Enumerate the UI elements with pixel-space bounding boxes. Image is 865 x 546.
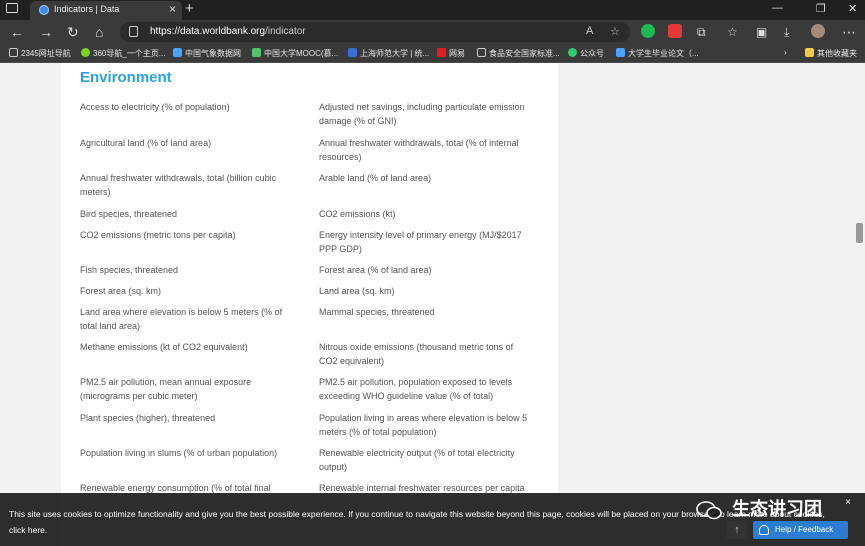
indicator-link[interactable]: Land area where elevation is below 5 met… [80, 305, 295, 333]
home-icon[interactable]: ⌂ [95, 24, 103, 40]
restore-icon[interactable]: ❐ [816, 2, 826, 15]
indicator-link[interactable]: Annual freshwater withdrawals, total (% … [319, 136, 534, 164]
indicator-link[interactable]: Population living in areas where elevati… [319, 411, 534, 439]
browser-toolbar: ← → ↻ ⌂ https://data.worldbank.org/indic… [0, 20, 865, 44]
bookmark-item[interactable]: 360导航_一个主页... [81, 48, 165, 59]
new-tab-icon[interactable]: + [185, 0, 194, 17]
indicator-link[interactable]: Access to electricity (% of population) [80, 100, 295, 114]
indicator-link[interactable]: PM2.5 air pollution, population exposed … [319, 375, 534, 403]
tab-actions-icon[interactable] [6, 3, 22, 17]
indicator-link[interactable]: CO2 emissions (kt) [319, 207, 534, 221]
more-menu-icon[interactable]: ⋯ [842, 24, 856, 40]
bookmark-item[interactable]: 大学生毕业论文（... [616, 48, 699, 59]
indicator-link[interactable]: Methane emissions (kt of CO2 equivalent) [80, 340, 295, 354]
indicator-link[interactable]: Plant species (higher), threatened [80, 411, 295, 425]
bookmark-favicon-icon [252, 48, 261, 57]
bookmark-favicon-icon [81, 48, 90, 57]
lock-icon[interactable] [129, 26, 138, 37]
page-content: Environment Access to electricity (% of … [0, 63, 865, 546]
indicator-link[interactable]: Forest area (% of land area) [319, 263, 534, 277]
indicator-link[interactable]: Mammal species, threatened [319, 305, 534, 319]
bookmark-item[interactable]: 网易 [437, 48, 465, 59]
indicator-link[interactable]: Fish species, threatened [80, 263, 295, 277]
forward-icon[interactable]: → [39, 24, 53, 40]
extensions-icon[interactable]: ⧉ [697, 24, 706, 40]
back-icon[interactable]: ← [10, 24, 24, 40]
refresh-icon[interactable]: ↻ [67, 24, 79, 40]
downloads-icon[interactable]: ⤓ [784, 24, 789, 40]
headset-icon [759, 525, 769, 535]
address-bar[interactable]: https://data.worldbank.org/indicator A ☆ [120, 22, 630, 42]
scroll-to-top-icon[interactable]: ↑ [727, 521, 747, 539]
indicator-link[interactable]: Agricultural land (% of land area) [80, 136, 295, 150]
extension-red-icon[interactable] [668, 24, 682, 38]
favorite-star-icon[interactable]: ☆ [610, 25, 620, 38]
folder-icon [805, 48, 814, 57]
help-feedback-label: Help / Feedback [775, 525, 834, 534]
bookmark-favicon-icon [616, 48, 625, 57]
other-bookmarks[interactable]: 其他收藏夹 [805, 48, 857, 59]
bookmark-favicon-icon [173, 48, 182, 57]
bookmarks-overflow-icon[interactable]: › [784, 48, 787, 57]
read-aloud-icon[interactable]: A [586, 25, 593, 37]
window-close-icon[interactable]: ✕ [848, 2, 857, 15]
extension-green-icon[interactable] [641, 24, 655, 38]
watermark-text: 生态讲习团 [732, 499, 822, 519]
profile-avatar[interactable] [811, 24, 825, 38]
indicator-link[interactable]: PM2.5 air pollution, mean annual exposur… [80, 375, 295, 403]
bookmark-favicon-icon [568, 48, 577, 57]
bookmark-item[interactable]: 中国气象数据网 [173, 48, 241, 59]
indicator-link[interactable]: Nitrous oxide emissions (thousand metric… [319, 340, 534, 368]
browser-tab[interactable]: Indicators | Data × [30, 1, 182, 20]
tab-close-icon[interactable]: × [169, 2, 176, 16]
indicator-link[interactable]: Forest area (sq. km) [80, 284, 295, 298]
worldbank-favicon-icon [39, 5, 49, 15]
indicator-link[interactable]: Adjusted net savings, including particul… [319, 100, 534, 128]
bookmark-favicon-icon [348, 48, 357, 57]
indicator-link[interactable]: Land area (sq. km) [319, 284, 534, 298]
bookmark-item[interactable]: 食品安全国家标准... [477, 48, 560, 59]
bookmark-favicon-icon [437, 48, 446, 57]
bookmarks-bar: 2345网址导航 360导航_一个主页... 中国气象数据网 中国大学MOOC(… [0, 44, 865, 63]
indicator-link[interactable]: Bird species, threatened [80, 207, 295, 221]
indicator-link[interactable]: Renewable electricity output (% of total… [319, 446, 534, 474]
section-title: Environment [80, 69, 172, 86]
bookmark-item[interactable]: 上海师范大学 | 统... [348, 48, 429, 59]
url-text: https://data.worldbank.org/indicator [150, 26, 306, 37]
bookmark-item[interactable]: 2345网址导航 [9, 48, 71, 59]
tab-title: Indicators | Data [54, 4, 120, 14]
indicator-link[interactable]: Annual freshwater withdrawals, total (bi… [80, 171, 295, 199]
help-feedback-button[interactable]: Help / Feedback [753, 521, 848, 539]
indicator-link[interactable]: Population living in slums (% of urban p… [80, 446, 295, 460]
indicator-card: Environment Access to electricity (% of … [61, 63, 558, 546]
bookmark-item[interactable]: 公众号 [568, 48, 604, 59]
wechat-logo-icon [696, 501, 722, 520]
page-icon [477, 48, 486, 57]
indicator-link[interactable]: Energy intensity level of primary energy… [319, 228, 534, 256]
indicator-link[interactable]: CO2 emissions (metric tons per capita) [80, 228, 295, 242]
favorites-icon[interactable]: ☆ [727, 24, 738, 40]
page-icon [9, 48, 18, 57]
cookie-close-icon[interactable]: × [845, 497, 851, 508]
collections-icon[interactable]: ▣ [756, 24, 767, 40]
indicator-link[interactable]: Arable land (% of land area) [319, 171, 534, 185]
bookmark-item[interactable]: 中国大学MOOC(慕... [252, 48, 338, 59]
page-scrollbar-thumb[interactable] [856, 223, 863, 243]
minimize-icon[interactable]: — [772, 2, 783, 14]
browser-titlebar: Indicators | Data × + — ❐ ✕ [0, 0, 865, 20]
